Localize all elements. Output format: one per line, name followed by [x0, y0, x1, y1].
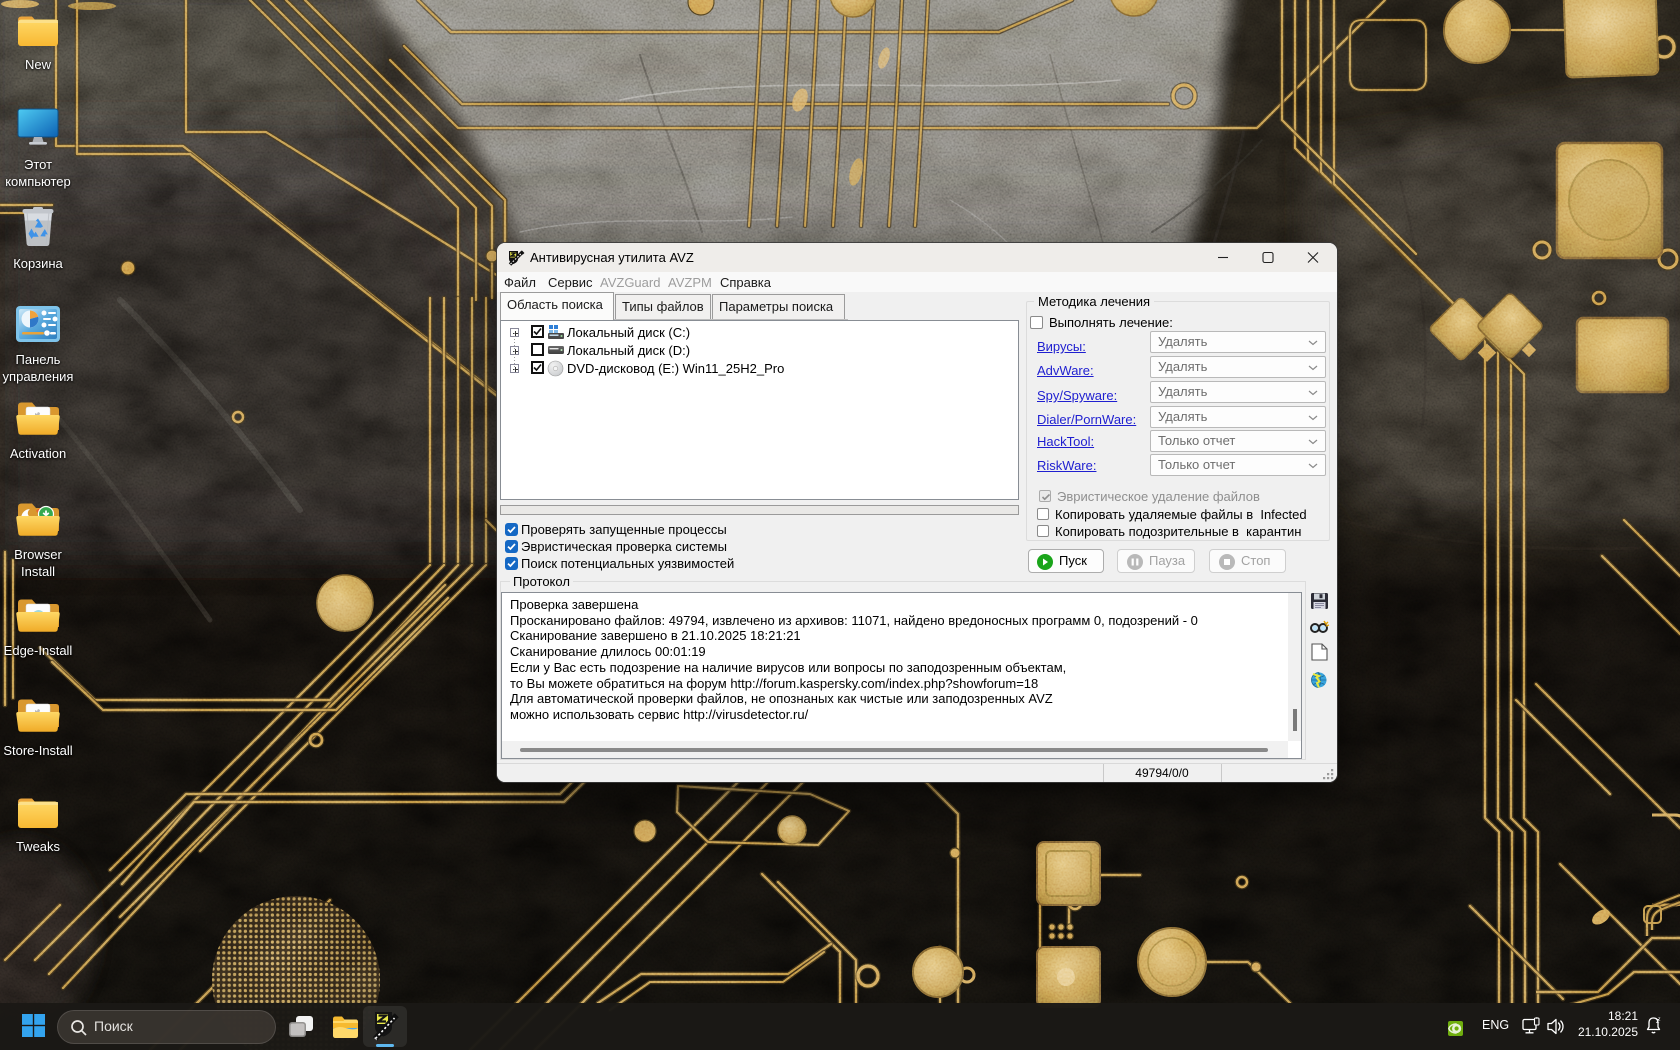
svg-text:z: z: [1658, 1017, 1661, 1023]
